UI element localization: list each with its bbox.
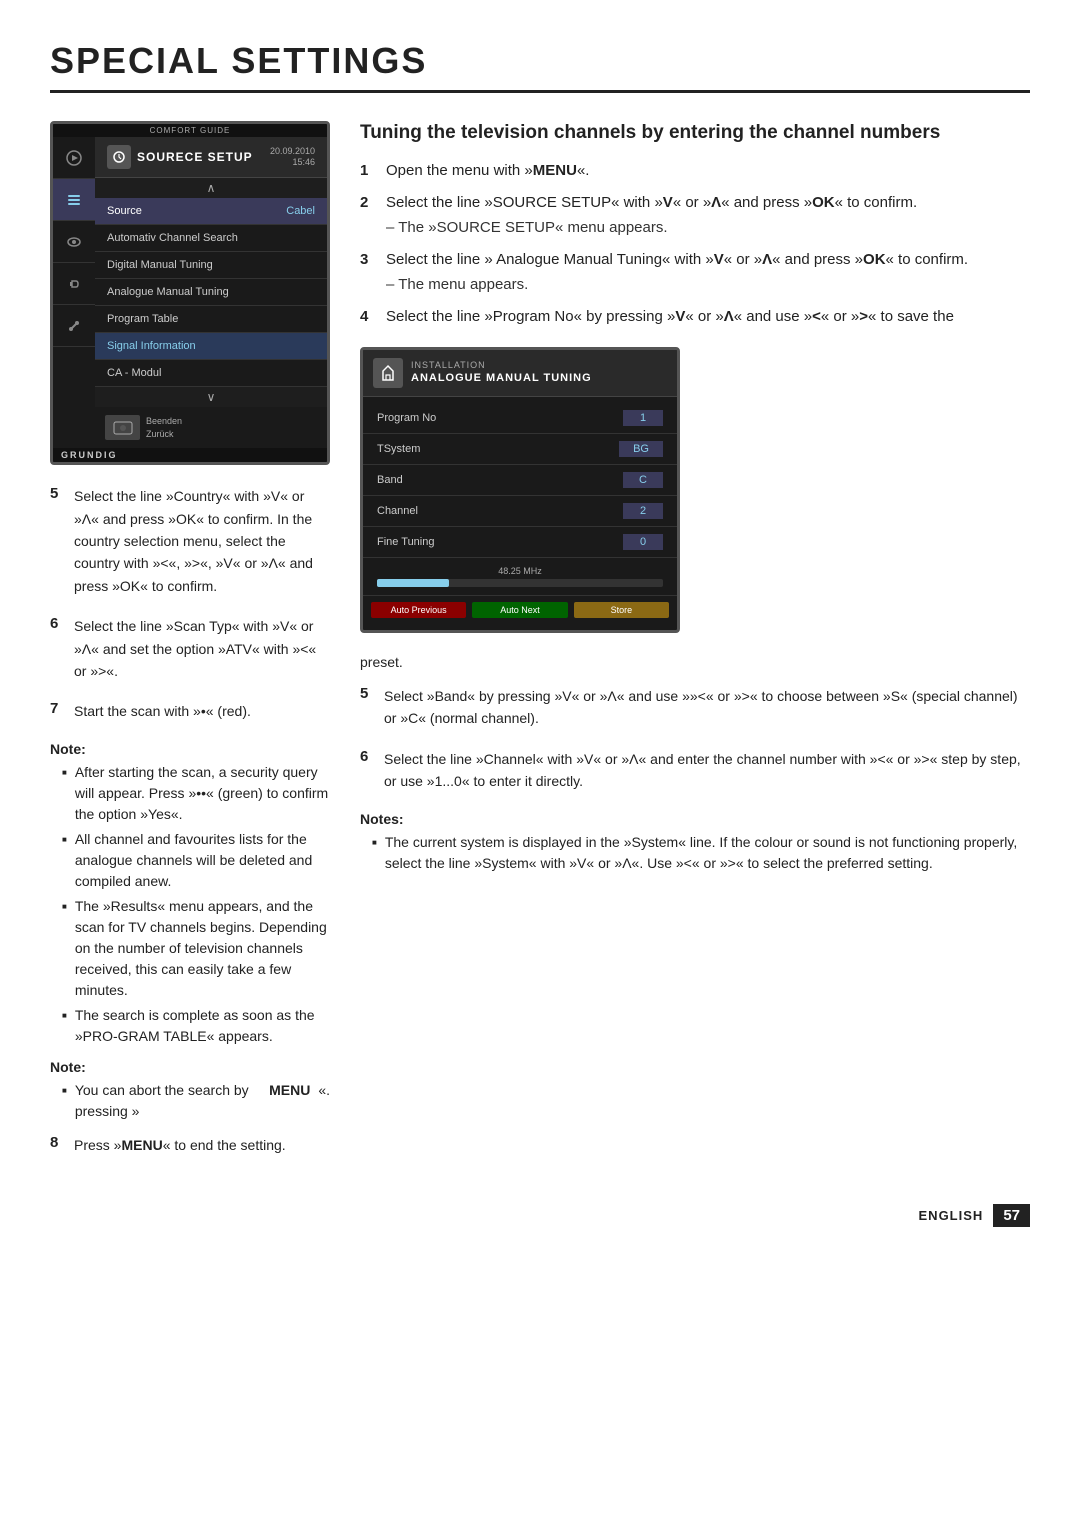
- tv-menu: SOURECE SETUP 20.09.2010 15:46 ∧ Source …: [95, 137, 327, 448]
- tv2-fine-tuning: Fine Tuning 0: [363, 527, 677, 558]
- tv-bottom-labels: Beenden Zurück: [146, 415, 182, 440]
- note2-section: Note: You can abort the search by pressi…: [50, 1059, 330, 1122]
- tv2-tsystem: TSystem BG: [363, 434, 677, 465]
- tv-menu-item-auto-channel: Automativ Channel Search: [95, 225, 327, 252]
- preset-text: preset.: [360, 651, 1030, 673]
- tv-menu-item-program-table: Program Table: [95, 306, 327, 333]
- footer-language: ENGLISH: [919, 1208, 984, 1223]
- tv-menu-item-digital: Digital Manual Tuning: [95, 252, 327, 279]
- tv2-progress-fill: [377, 579, 449, 587]
- right-column: Tuning the television channels by enteri…: [360, 121, 1030, 1174]
- left-column: COMFORT GUIDE: [50, 121, 330, 1174]
- step-2: 2 Select the line »SOURCE SETUP« with »V…: [360, 192, 1030, 239]
- tv2-header-icon: [373, 358, 403, 388]
- step-8: 8 Press »MENU« to end the setting.: [50, 1134, 330, 1164]
- note1-bullet-2: All channel and favourites lists for the…: [50, 829, 330, 892]
- footer-page-number: 57: [993, 1204, 1030, 1227]
- note2-bullets: You can abort the search by pressing »ME…: [50, 1080, 330, 1122]
- tv2-header: INSTALLATION ANALOGUE MANUAL TUNING: [363, 350, 677, 397]
- tv2-channel: Channel 2: [363, 496, 677, 527]
- tv-menu-item-analogue: Analogue Manual Tuning: [95, 279, 327, 306]
- note1-bullets: After starting the scan, a security quer…: [50, 762, 330, 1047]
- section-heading: Tuning the television channels by enteri…: [360, 121, 1030, 146]
- tv-icon-eye: [53, 221, 95, 263]
- tv-bottom-bar: Beenden Zurück: [95, 407, 327, 448]
- tv-sidebar: [53, 137, 95, 448]
- grundig-brand: GRUNDIG: [53, 448, 327, 462]
- note1-bullet-3: The »Results« menu appears, and the scan…: [50, 896, 330, 1001]
- note1-section: Note: After starting the scan, a securit…: [50, 741, 330, 1047]
- tv-arrow-up: ∧: [95, 178, 327, 198]
- tv-menu-item-ca: CA - Modul: [95, 360, 327, 387]
- notes-right-section: Notes: The current system is displayed i…: [360, 811, 1030, 874]
- tv2-btn-store[interactable]: Store: [574, 602, 669, 618]
- step-1: 1 Open the menu with »MENU«.: [360, 160, 1030, 183]
- step-6-left: 6 Select the line »Scan Typ« with »V« or…: [50, 615, 330, 690]
- tv-screen-analogue-tuning: INSTALLATION ANALOGUE MANUAL TUNING Prog…: [360, 347, 680, 633]
- tv-menu-item-signal: Signal Information: [95, 333, 327, 360]
- step-3: 3 Select the line » Analogue Manual Tuni…: [360, 249, 1030, 296]
- note1-bullet-4: The search is complete as soon as the »P…: [50, 1005, 330, 1047]
- step-4: 4 Select the line »Program No« by pressi…: [360, 306, 1030, 329]
- tv2-btn-auto-prev[interactable]: Auto Previous: [371, 602, 466, 618]
- tv-arrow-down: ∨: [95, 387, 327, 407]
- page-title: SPECIAL SETTINGS: [50, 40, 1030, 93]
- step-7-left: 7 Start the scan with »•« (red).: [50, 700, 330, 730]
- tv-menu-title-text: SOURECE SETUP: [137, 150, 253, 164]
- steps-list: 1 Open the menu with »MENU«. 2 Select th…: [360, 160, 1030, 329]
- notes-right-item-1: The current system is displayed in the »…: [360, 832, 1030, 874]
- note2-bullet-1: You can abort the search by pressing »ME…: [50, 1080, 330, 1122]
- left-steps: 5 Select the line »Country« with »V« or …: [50, 485, 330, 1164]
- tv2-band: Band C: [363, 465, 677, 496]
- tv-icon-play: [53, 137, 95, 179]
- tv-icon-tools: [53, 305, 95, 347]
- tv2-btn-auto-next[interactable]: Auto Next: [472, 602, 567, 618]
- tv-icon-settings: [53, 179, 95, 221]
- tv2-header-titles: INSTALLATION ANALOGUE MANUAL TUNING: [411, 360, 592, 386]
- tv2-progress-area: 48.25 MHz: [363, 558, 677, 596]
- note1-bullet-1: After starting the scan, a security quer…: [50, 762, 330, 825]
- tv-menu-item-source: Source Cabel: [95, 198, 327, 225]
- step-5-right: 5 Select »Band« by pressing »V« or »Λ« a…: [360, 685, 1030, 738]
- tv2-program-no: Program No 1: [363, 403, 677, 434]
- step-6-right: 6 Select the line »Channel« with »V« or …: [360, 748, 1030, 801]
- comfort-guide-label: COMFORT GUIDE: [53, 124, 327, 137]
- notes-right-list: The current system is displayed in the »…: [360, 832, 1030, 874]
- tv2-progress-bar: [377, 579, 663, 587]
- tv-menu-date: 20.09.2010 15:46: [270, 146, 315, 168]
- step-5-left: 5 Select the line »Country« with »V« or …: [50, 485, 330, 605]
- tv-bottom-img: [105, 415, 140, 440]
- tv-icon-audio: [53, 263, 95, 305]
- right-steps-cont: 5 Select »Band« by pressing »V« or »Λ« a…: [360, 685, 1030, 874]
- tv-screen-source-setup: COMFORT GUIDE: [50, 121, 330, 465]
- tv2-buttons: Auto Previous Auto Next Store: [363, 596, 677, 624]
- tv-menu-header: SOURECE SETUP 20.09.2010 15:46: [95, 137, 327, 178]
